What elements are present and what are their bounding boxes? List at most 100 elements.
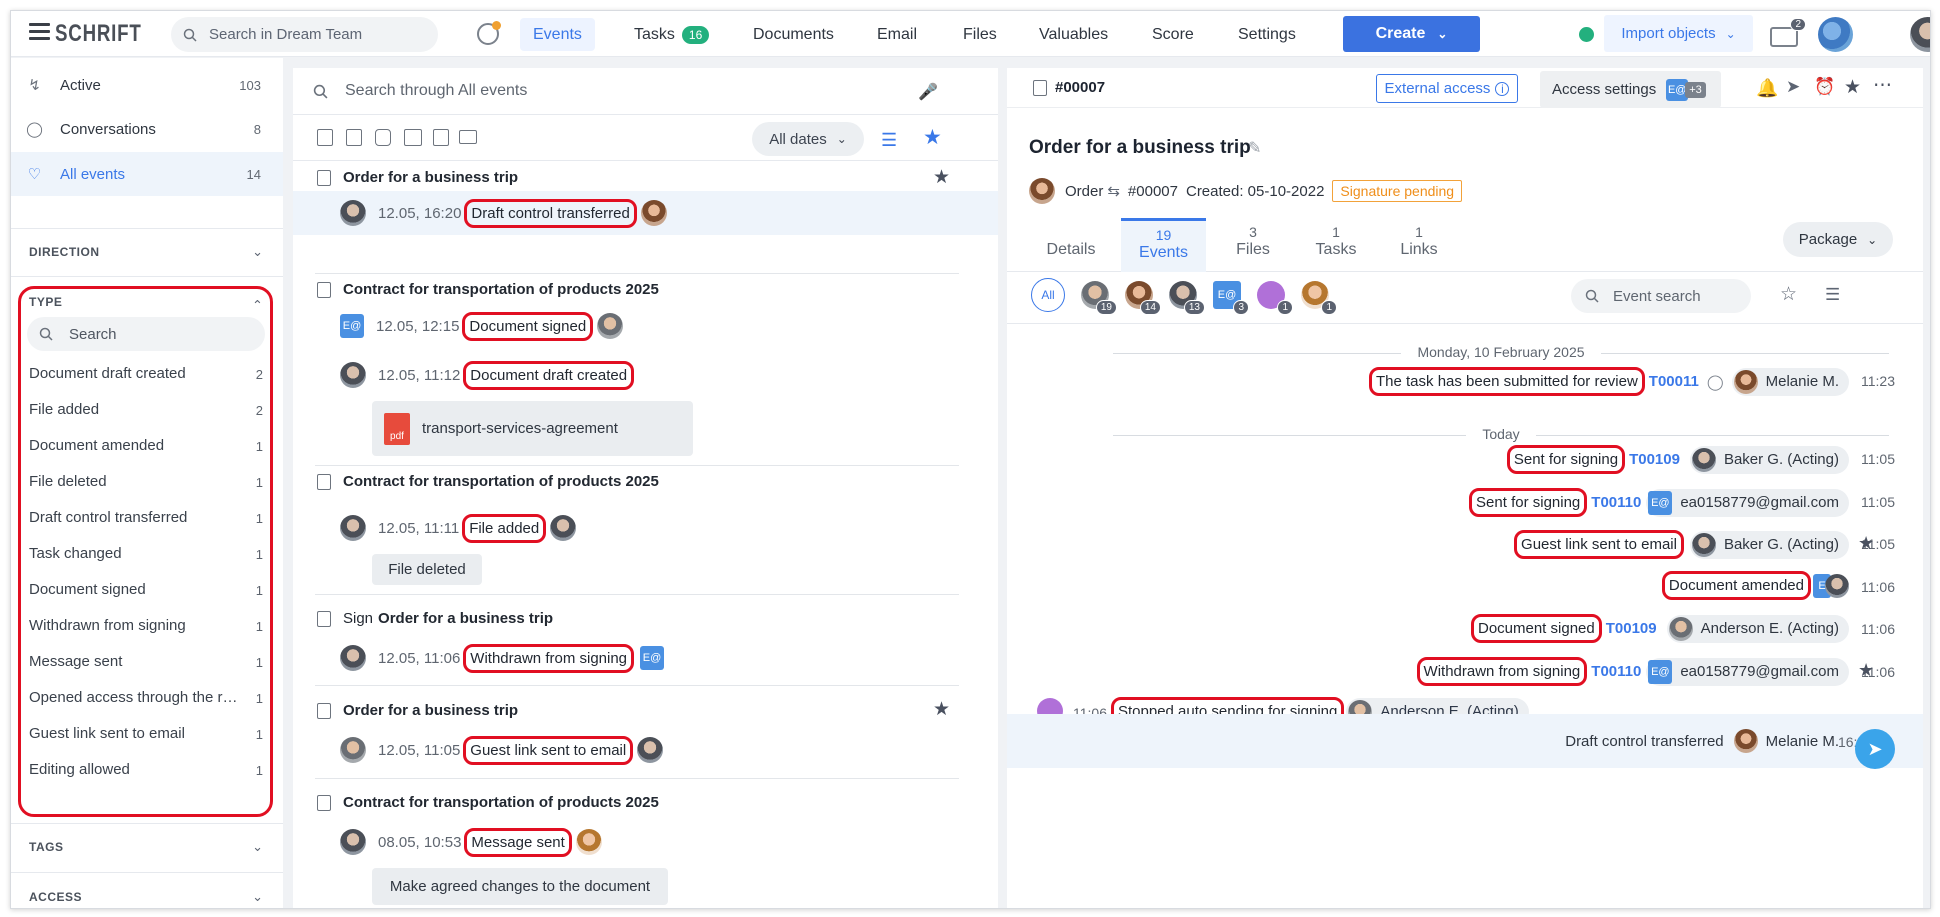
- type-filter-item[interactable]: Message sent 1: [29, 653, 271, 670]
- event-row[interactable]: 08.05, 10:53 Message sent: [293, 820, 998, 864]
- bell-icon[interactable]: 🔔: [1756, 78, 1778, 99]
- event-row[interactable]: 12.05, 16:20 Draft control transferred: [293, 191, 998, 235]
- task-link[interactable]: T00110: [1591, 663, 1641, 680]
- swap-icon[interactable]: ⇆: [1107, 182, 1120, 200]
- message-filter-icon[interactable]: [375, 129, 391, 146]
- star-icon[interactable]: ★: [1844, 76, 1861, 99]
- sidebar-item-all-events[interactable]: ♡ All events 14: [11, 152, 283, 196]
- event-entry[interactable]: Sent for signing T00109 Baker G. (Acting): [1506, 445, 1849, 474]
- type-filter-item[interactable]: Guest link sent to email 1: [29, 725, 271, 742]
- sidebar-item-active[interactable]: ↯ Active 103: [11, 63, 283, 107]
- task-link[interactable]: T00110: [1591, 494, 1641, 511]
- nav-files[interactable]: Files: [950, 18, 1010, 51]
- star-icon[interactable]: ★: [933, 698, 950, 721]
- type-filter-item[interactable]: Opened access through the registry 1: [29, 689, 271, 706]
- type-filter-item[interactable]: Document draft created 2: [29, 365, 271, 382]
- sidebar-item-conversations[interactable]: ◯ Conversations 8: [11, 107, 283, 151]
- event-entry[interactable]: Sent for signing T00110 E@ ea0158779@gmail.…: [1469, 488, 1849, 517]
- events-search-input[interactable]: Search through All events 🎤: [293, 68, 998, 115]
- type-filter-item[interactable]: File added 2: [29, 401, 271, 418]
- date-filter-dropdown[interactable]: All dates ⌄: [752, 122, 864, 156]
- chevron-down-icon[interactable]: ⌄: [252, 889, 263, 905]
- more-icon[interactable]: ⋯: [1873, 74, 1892, 97]
- event-entry[interactable]: Withdrawn from signing T00110 E@ ea0158779@…: [1416, 657, 1849, 686]
- send-icon[interactable]: ➤: [1786, 77, 1800, 97]
- event-group-title[interactable]: Contract for transportation of products …: [317, 281, 659, 298]
- sort-icon[interactable]: ☰: [1825, 285, 1840, 305]
- star-icon[interactable]: ★: [933, 166, 950, 189]
- nav-settings[interactable]: Settings: [1225, 18, 1309, 51]
- event-row[interactable]: 12.05, 11:11 File added: [293, 506, 998, 550]
- event-group-title[interactable]: Contract for transportation of products …: [317, 794, 659, 811]
- attached-file[interactable]: pdf transport-services-agreement: [372, 401, 693, 456]
- type-section-header[interactable]: TYPE: [29, 295, 62, 309]
- event-row[interactable]: 12.05, 11:05 Guest link sent to email: [293, 728, 998, 772]
- nav-tasks[interactable]: Tasks 16: [621, 18, 722, 51]
- event-entry[interactable]: The task has been submitted for review T0…: [1369, 367, 1849, 396]
- type-filter-item[interactable]: Editing allowed 1: [29, 761, 271, 778]
- alarm-icon[interactable]: ⏰: [1814, 77, 1835, 97]
- document-filter-icon[interactable]: [317, 129, 333, 146]
- event-row[interactable]: 12.05, 11:06 Withdrawn from signing E@: [293, 636, 998, 680]
- access-section-header[interactable]: ACCESS: [29, 890, 82, 904]
- tab-files[interactable]: 3 Files: [1218, 218, 1288, 272]
- nav-events[interactable]: Events: [520, 18, 595, 51]
- nav-score[interactable]: Score: [1139, 18, 1207, 51]
- task-filter-icon[interactable]: [346, 129, 362, 146]
- participant-filter[interactable]: 1: [1257, 281, 1293, 315]
- filter-all-participants[interactable]: All: [1031, 278, 1065, 312]
- task-link[interactable]: T00109: [1629, 451, 1680, 468]
- chevron-down-icon[interactable]: ⌄: [252, 839, 263, 855]
- access-settings-button[interactable]: Access settings E@ +3: [1540, 71, 1721, 108]
- type-filter-item[interactable]: Draft control transferred 1: [29, 509, 271, 526]
- event-group-title[interactable]: Order for a business trip: [317, 702, 518, 719]
- star-outline-icon[interactable]: ☆: [1780, 283, 1797, 306]
- tags-section-header[interactable]: TAGS: [29, 840, 63, 854]
- type-filter-item[interactable]: Withdrawn from signing 1: [29, 617, 271, 634]
- star-icon[interactable]: ★: [1858, 533, 1874, 554]
- star-icon[interactable]: ★: [1858, 660, 1874, 681]
- external-access-button[interactable]: External access i: [1376, 74, 1518, 103]
- import-objects-button[interactable]: Import objects ⌄: [1604, 15, 1753, 52]
- user-pill[interactable]: E@ ea0158779@gmail.com: [1646, 657, 1849, 686]
- direction-section-header[interactable]: DIRECTION: [29, 245, 100, 259]
- task-link[interactable]: T00109: [1606, 620, 1657, 637]
- image-filter-icon[interactable]: [433, 129, 449, 146]
- nav-email[interactable]: Email: [864, 18, 930, 51]
- tab-events[interactable]: 19 Events: [1121, 218, 1206, 272]
- app-logo[interactable]: SCHRIFT: [55, 20, 142, 48]
- sort-icon[interactable]: ☰: [881, 130, 897, 151]
- folder-filter-icon[interactable]: [404, 129, 422, 146]
- star-filter-icon[interactable]: ★: [923, 125, 942, 150]
- participant-filter[interactable]: E@ 3: [1213, 281, 1249, 315]
- briefcase-icon[interactable]: 2: [1770, 18, 1806, 47]
- nav-documents[interactable]: Documents: [740, 18, 847, 51]
- type-filter-item[interactable]: Document amended 1: [29, 437, 271, 454]
- event-entry[interactable]: Guest link sent to email Baker G. (Acting…: [1514, 530, 1849, 559]
- task-link[interactable]: T00011: [1649, 373, 1699, 390]
- event-group-title[interactable]: Sign Order for a business trip: [317, 610, 553, 627]
- user-pill[interactable]: E@ ea0158779@gmail.com: [1646, 488, 1849, 517]
- event-group-title[interactable]: Order for a business trip: [317, 169, 518, 186]
- tab-links[interactable]: 1 Links: [1384, 218, 1454, 272]
- send-message-button[interactable]: ➤: [1855, 729, 1895, 769]
- chevron-up-icon[interactable]: ⌄: [252, 296, 263, 312]
- participant-filter[interactable]: 14: [1125, 281, 1161, 315]
- event-row[interactable]: E@ 12.05, 12:15 Document signed: [293, 304, 998, 348]
- event-entry[interactable]: Document amended E: [1661, 571, 1849, 600]
- user-pill[interactable]: Baker G. (Acting): [1689, 530, 1849, 559]
- user-pill[interactable]: Anderson E. (Acting): [1666, 614, 1849, 643]
- workspace-avatar[interactable]: [1818, 17, 1853, 52]
- assistant-icon[interactable]: [477, 21, 501, 45]
- type-filter-item[interactable]: File deleted 1: [29, 473, 271, 490]
- tab-details[interactable]: Details: [1033, 218, 1109, 272]
- event-search-input[interactable]: Event search: [1571, 279, 1751, 313]
- user-pill[interactable]: Melanie M.: [1732, 727, 1849, 755]
- user-avatar[interactable]: [1910, 17, 1930, 52]
- event-group-title[interactable]: Contract for transportation of products …: [317, 473, 659, 490]
- type-search-input[interactable]: Search: [27, 317, 265, 351]
- type-filter-item[interactable]: Document signed 1: [29, 581, 271, 598]
- package-dropdown[interactable]: Package ⌄: [1783, 222, 1893, 257]
- user-pill[interactable]: Melanie M.: [1731, 367, 1849, 396]
- event-entry[interactable]: Document signed T00109 Anderson E. (Acting…: [1470, 614, 1849, 643]
